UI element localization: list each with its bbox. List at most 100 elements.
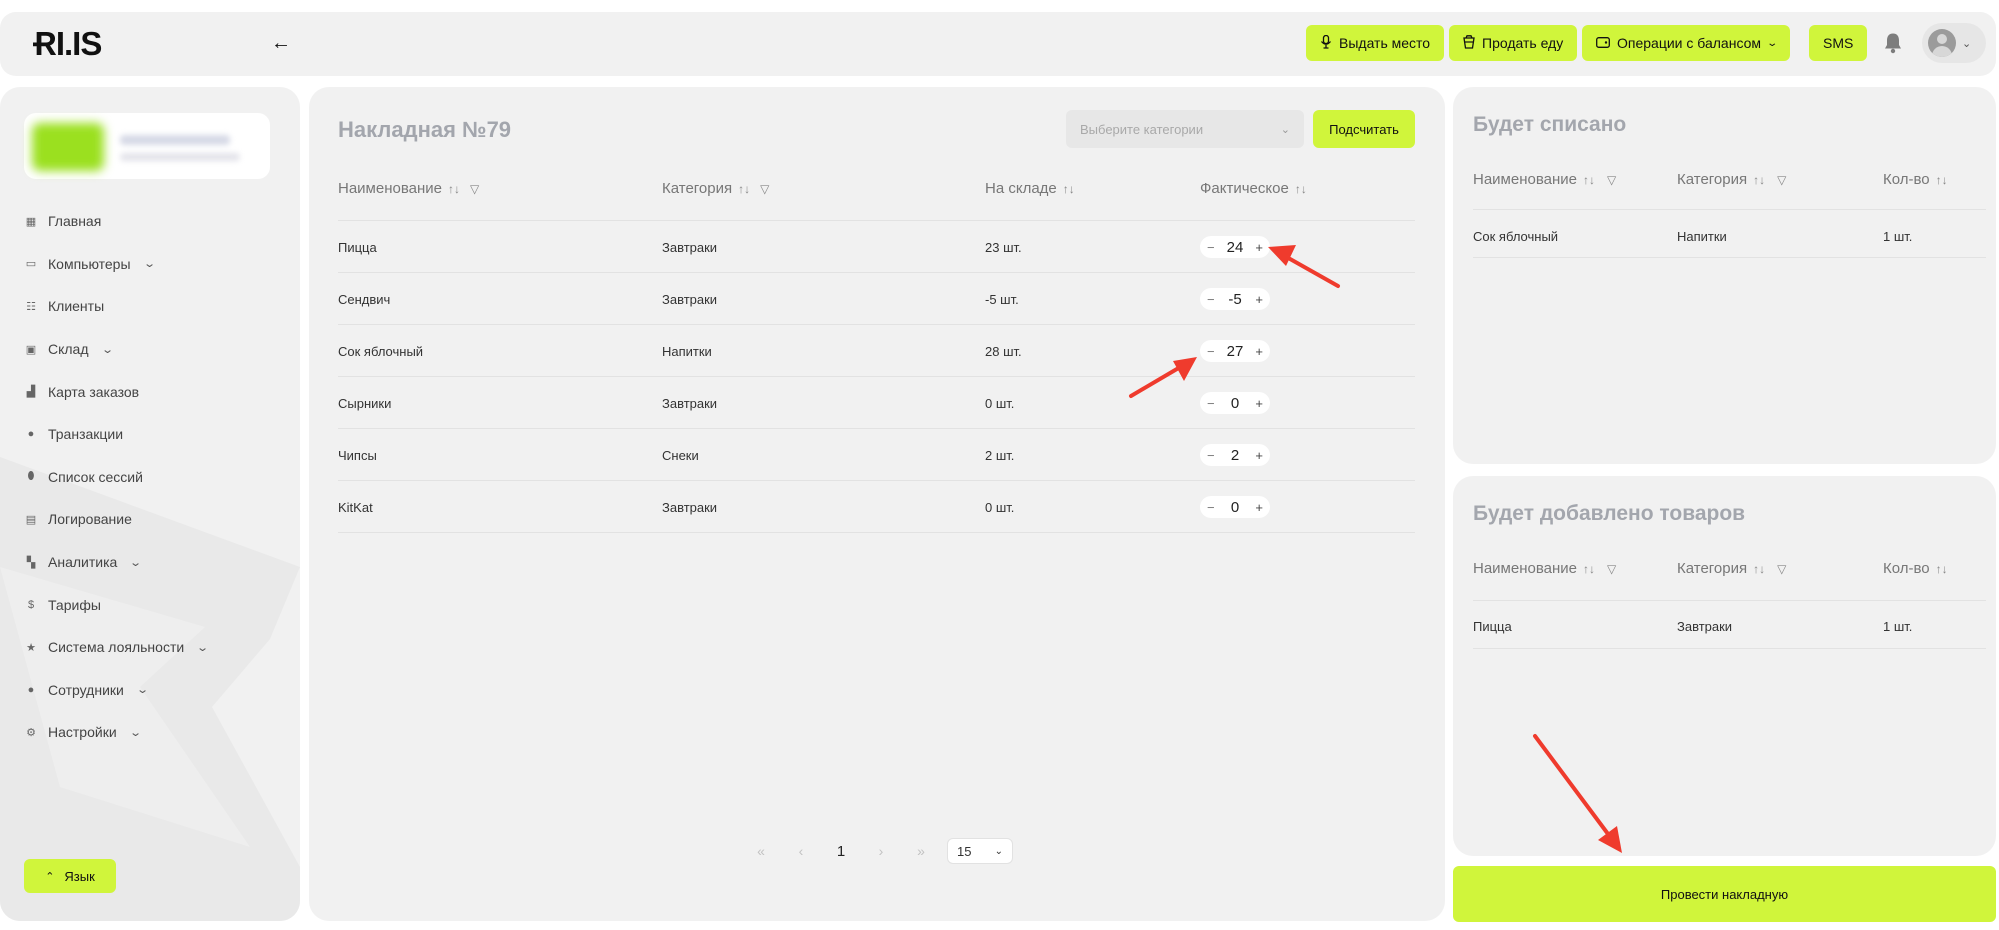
star-icon: ★ [26, 641, 36, 654]
dollar-icon: $ [27, 598, 35, 611]
chevron-down-icon: ⌄ [129, 556, 143, 569]
sidebar-item-computers[interactable]: ▭ Компьютеры ⌄ [24, 243, 284, 286]
sidebar-nav: ▦ Главная ▭ Компьютеры ⌄ ☷ Клиенты ▣ Скл… [24, 200, 284, 754]
cell-qty: 1 шт. [1883, 618, 1913, 634]
sidebar-item-tariffs[interactable]: $ Тарифы [24, 583, 284, 626]
stepper-value[interactable]: 27 [1227, 343, 1244, 360]
give-seat-button[interactable]: Выдать место [1306, 25, 1445, 61]
added-panel: Будет добавлено товаров Наименование ↑↓ … [1453, 476, 1996, 856]
filter-icon[interactable]: ▽ [1777, 562, 1786, 576]
stepper-value[interactable]: 0 [1231, 499, 1239, 516]
column-header-qty: Кол-во ↑↓ [1883, 171, 1948, 188]
next-page-button[interactable]: › [861, 843, 901, 859]
sort-icon[interactable]: ↑↓ [1063, 182, 1075, 196]
filter-icon[interactable]: ▽ [1607, 562, 1616, 576]
column-header-label: Кол-во [1883, 171, 1930, 188]
sort-icon[interactable]: ↑↓ [1583, 173, 1595, 187]
increment-button[interactable]: + [1255, 344, 1263, 359]
sidebar-item-transactions[interactable]: ● Транзакции [24, 413, 284, 456]
quantity-stepper[interactable]: − -5 + [1200, 288, 1270, 310]
filter-icon[interactable]: ▽ [1777, 173, 1786, 187]
increment-button[interactable]: + [1255, 448, 1263, 463]
sort-icon[interactable]: ↑↓ [738, 182, 750, 196]
grid-icon: ▦ [25, 215, 37, 228]
chevron-down-icon: ⌄ [142, 258, 156, 271]
decrement-button[interactable]: − [1207, 292, 1215, 307]
post-invoice-button[interactable]: Провести накладную [1453, 866, 1996, 922]
cell-qty: 1 шт. [1883, 228, 1913, 244]
stepper-value[interactable]: 2 [1231, 447, 1239, 464]
current-page[interactable]: 1 [821, 843, 861, 860]
language-label: Язык [64, 868, 95, 884]
decrement-button[interactable]: − [1207, 396, 1215, 411]
sort-icon[interactable]: ↑↓ [1753, 173, 1765, 187]
sidebar-item-analytics[interactable]: ▚ Аналитика ⌄ [24, 541, 284, 584]
sidebar-item-warehouse[interactable]: ▣ Склад ⌄ [24, 328, 284, 371]
wallet-icon [1596, 35, 1610, 51]
sort-icon[interactable]: ↑↓ [1295, 182, 1307, 196]
sidebar-item-settings[interactable]: ⚙ Настройки ⌄ [24, 711, 284, 754]
sidebar-item-label: Транзакции [48, 426, 124, 443]
sidebar-item-order-map[interactable]: ▟ Карта заказов [24, 370, 284, 413]
increment-button[interactable]: + [1255, 396, 1263, 411]
decrement-button[interactable]: − [1207, 344, 1215, 359]
sort-icon[interactable]: ↑↓ [1753, 562, 1765, 576]
filter-icon[interactable]: ▽ [470, 182, 479, 196]
sms-button[interactable]: SMS [1809, 25, 1868, 61]
written-off-panel: Будет списано Наименование ↑↓ ▽ Категори… [1453, 87, 1996, 464]
category-select[interactable]: Выберите категории ⌄ [1066, 110, 1304, 148]
filter-icon[interactable]: ▽ [1607, 173, 1616, 187]
bell-icon[interactable] [1881, 28, 1905, 58]
sort-icon[interactable]: ↑↓ [1936, 173, 1948, 187]
sidebar-item-sessions[interactable]: ⬮ Список сессий [24, 456, 284, 499]
back-arrow-icon[interactable]: ← [271, 30, 291, 56]
increment-button[interactable]: + [1255, 292, 1263, 307]
sidebar-item-home[interactable]: ▦ Главная [24, 200, 284, 243]
column-header-name: Наименование ↑↓ ▽ [1473, 171, 1616, 188]
chevron-down-icon: ⌄ [136, 684, 149, 697]
sidebar-item-loyalty[interactable]: ★ Система лояльности ⌄ [24, 626, 284, 669]
language-button[interactable]: ⌃ Язык [24, 859, 116, 893]
sidebar-item-clients[interactable]: ☷ Клиенты [24, 285, 284, 328]
cell-name: KitKat [338, 499, 373, 515]
column-header-category: Категория ↑↓ ▽ [662, 180, 769, 197]
table-row: Пицца Завтраки 23 шт. − 24 + [338, 221, 1415, 273]
box-icon: ▣ [25, 343, 37, 356]
decrement-button[interactable]: − [1207, 240, 1215, 255]
decrement-button[interactable]: − [1207, 500, 1215, 515]
sell-food-button[interactable]: Продать еду [1449, 25, 1578, 61]
page-size-select[interactable]: 15 ⌄ [947, 838, 1013, 864]
user-menu[interactable]: ⌄ [1922, 23, 1986, 63]
stepper-value[interactable]: 0 [1231, 395, 1239, 412]
quantity-stepper[interactable]: − 24 + [1200, 236, 1270, 258]
quantity-stepper[interactable]: − 27 + [1200, 340, 1270, 362]
column-header-label: Наименование [338, 180, 442, 197]
sort-icon[interactable]: ↑↓ [1583, 562, 1595, 576]
sidebar-item-logging[interactable]: ▤ Логирование [24, 498, 284, 541]
stepper-value[interactable]: -5 [1228, 291, 1241, 308]
column-header-label: Категория [1677, 171, 1748, 188]
column-header-actual: Фактическое ↑↓ [1200, 180, 1307, 197]
sidebar-item-employees[interactable]: ● Сотрудники ⌄ [24, 669, 284, 712]
stepper-value[interactable]: 24 [1227, 239, 1244, 256]
quantity-stepper[interactable]: − 0 + [1200, 392, 1270, 414]
sort-icon[interactable]: ↑↓ [1936, 562, 1948, 576]
sidebar-item-label: Настройки [48, 724, 117, 741]
quantity-stepper[interactable]: − 0 + [1200, 496, 1270, 518]
increment-button[interactable]: + [1255, 240, 1263, 255]
column-header-label: Наименование [1473, 171, 1577, 188]
prev-page-button[interactable]: ‹ [781, 843, 821, 859]
app-logo[interactable]: ɌI.IS [33, 27, 102, 60]
decrement-button[interactable]: − [1207, 448, 1215, 463]
calculate-button[interactable]: Подсчитать [1313, 110, 1415, 148]
sort-icon[interactable]: ↑↓ [448, 182, 460, 196]
first-page-button[interactable]: « [741, 843, 781, 859]
dashboard-icon: ▚ [26, 556, 36, 569]
last-page-button[interactable]: » [901, 843, 941, 859]
balance-operations-button[interactable]: Операции с балансом ⌄ [1582, 25, 1791, 61]
increment-button[interactable]: + [1255, 500, 1263, 515]
filter-icon[interactable]: ▽ [760, 182, 769, 196]
sidebar-item-label: Главная [48, 213, 102, 230]
organization-card[interactable] [24, 113, 270, 179]
quantity-stepper[interactable]: − 2 + [1200, 444, 1270, 466]
